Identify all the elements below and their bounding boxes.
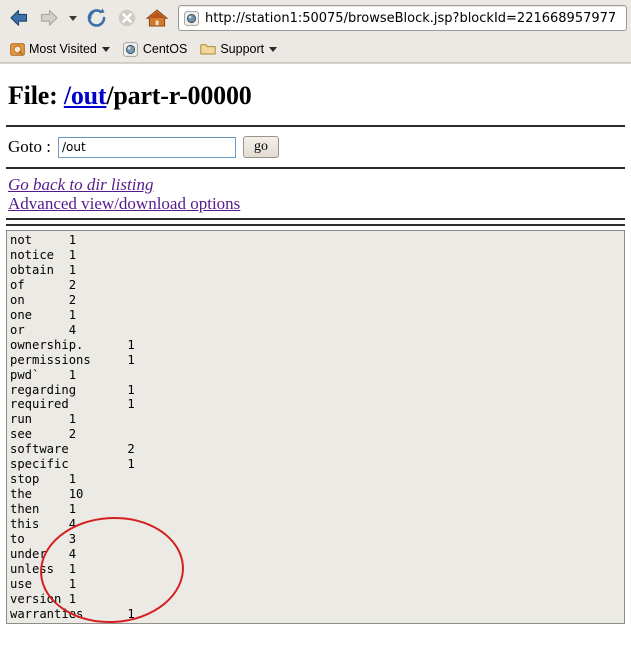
back-button[interactable] [4,3,34,33]
centos-icon [123,41,139,57]
file-content-textarea[interactable]: not 1 notice 1 obtain 1 of 2 on 2 one 1 … [6,230,625,624]
folder-icon [200,41,217,57]
url-text: http://station1:50075/browseBlock.jsp?bl… [205,10,617,26]
go-button[interactable]: go [242,136,279,158]
file-content-text: not 1 notice 1 obtain 1 of 2 on 2 one 1 … [10,233,135,621]
page-title: File: /out/part-r-00000 [8,81,625,111]
divider-pair [6,218,625,226]
globe-icon [182,9,200,27]
home-button[interactable] [142,3,172,33]
bookmark-label: CentOS [142,42,188,56]
chevron-down-icon [101,46,110,52]
goto-input[interactable] [57,136,236,158]
page-title-prefix: File: [8,81,64,110]
divider-lower-2 [6,224,625,226]
stop-button [112,3,142,33]
goto-label: Goto : [8,137,51,156]
history-dropdown-button[interactable] [64,3,82,33]
bookmarks-toolbar: Most Visited CentOS Support [0,36,631,63]
bookmark-label: Support [220,42,265,56]
bookmark-centos[interactable]: CentOS [120,39,193,59]
bookmark-label: Most Visited [29,42,97,56]
chevron-down-icon [269,46,278,52]
page-title-suffix: /part-r-00000 [106,81,252,110]
most-visited-icon [9,41,25,57]
go-back-to-dir-listing-link[interactable]: Go back to dir listing [8,175,625,194]
navigation-links: Go back to dir listing Advanced view/dow… [6,169,625,218]
bookmark-support[interactable]: Support [197,39,283,59]
advanced-view-download-options-link[interactable]: Advanced view/download options [8,194,625,213]
parent-dir-link[interactable]: /out [64,81,107,110]
browser-chrome: http://station1:50075/browseBlock.jsp?bl… [0,0,631,64]
reload-button[interactable] [82,3,112,33]
bookmark-most-visited[interactable]: Most Visited [6,39,116,59]
url-bar[interactable]: http://station1:50075/browseBlock.jsp?bl… [178,5,627,31]
navigation-toolbar: http://station1:50075/browseBlock.jsp?bl… [0,0,631,36]
divider-lower-1 [6,218,625,220]
forward-button [34,3,64,33]
page-content: File: /out/part-r-00000 Goto : go Go bac… [0,81,631,659]
goto-form: Goto : go [6,127,625,167]
